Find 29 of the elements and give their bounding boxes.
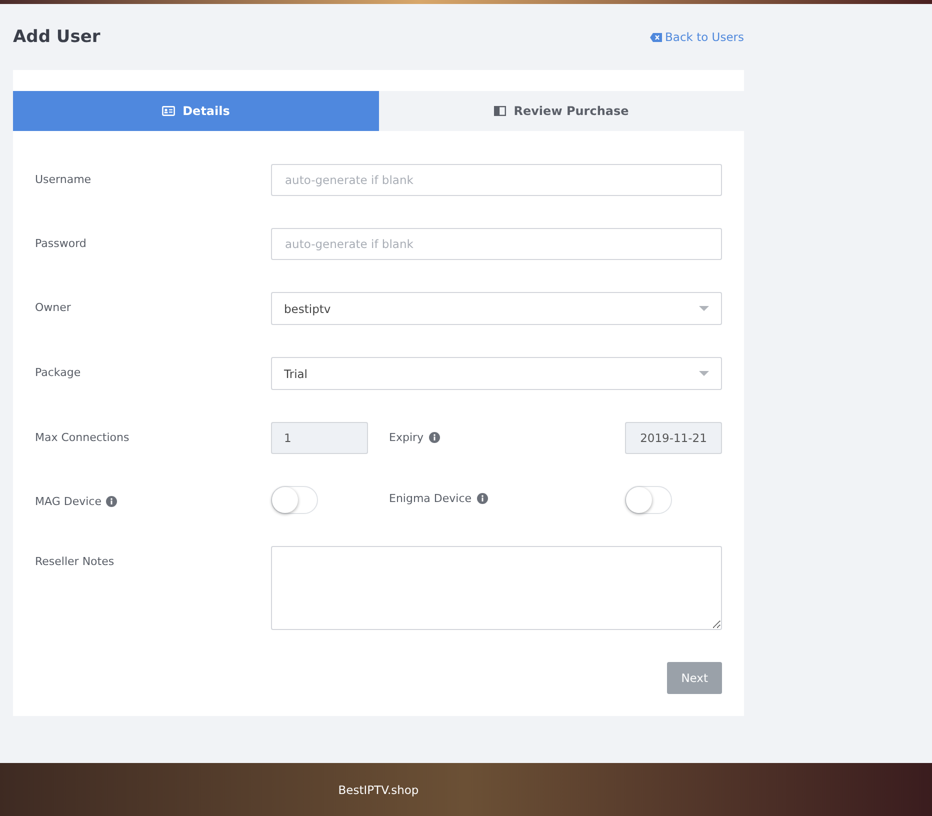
info-icon <box>428 432 440 443</box>
footer-text: BestIPTV.shop <box>337 782 420 796</box>
tab[interactable]: Review Purchase <box>378 91 744 131</box>
field-label: Username <box>35 172 92 186</box>
book-icon <box>494 106 506 116</box>
notes-field[interactable] <box>271 546 722 630</box>
id-card-icon <box>162 106 175 116</box>
text-field[interactable]: auto-generate if blank <box>271 164 722 196</box>
info-icon <box>476 493 488 504</box>
tab[interactable]: Details <box>13 91 378 131</box>
page-title: Add User <box>13 27 100 47</box>
field-label: Package <box>35 365 82 379</box>
field-label: Expiry <box>389 431 424 444</box>
field-label: MAG Device <box>35 495 102 508</box>
toggle-switch[interactable] <box>625 486 672 514</box>
readonly-field: 1 <box>271 422 368 454</box>
back-link[interactable]: Back to Users <box>650 30 744 44</box>
readonly-field: 2019-11-21 <box>625 422 722 454</box>
field-label: Enigma Device <box>389 492 472 505</box>
toggle-switch[interactable] <box>271 486 318 514</box>
info-icon <box>106 496 118 507</box>
text-field[interactable]: auto-generate if blank <box>271 228 722 260</box>
field-label: Owner <box>35 300 72 314</box>
field-label: Max Connections <box>35 430 130 444</box>
select-field[interactable]: bestiptv <box>271 292 722 325</box>
field-label: Password <box>35 236 88 250</box>
select-field[interactable]: Trial <box>271 357 722 390</box>
field-label: Reseller Notes <box>35 554 116 568</box>
backspace-icon <box>650 32 662 42</box>
